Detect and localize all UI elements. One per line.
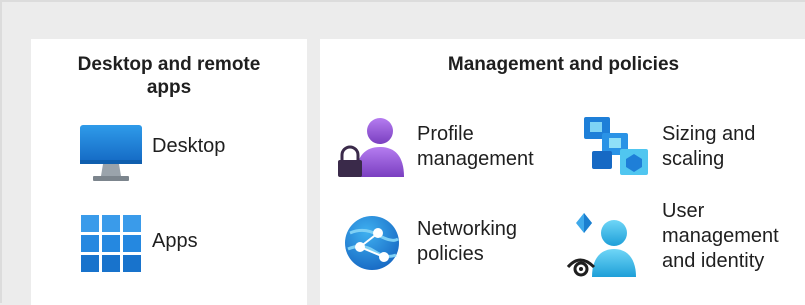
networking-policies-line1: Networking (417, 218, 518, 240)
diagram-frame: Desktop and remote apps Desktop Apps Man… (0, 0, 805, 305)
scaling-icon (582, 115, 650, 181)
user-management-label: User management and identity (662, 199, 779, 274)
left-panel-title-line2: apps (146, 77, 192, 98)
user-management-line2: management (662, 225, 779, 247)
networking-policies-line2: policies (417, 243, 484, 265)
profile-management-line1: Profile (417, 123, 474, 145)
user-management-line1: User (662, 200, 705, 222)
user-identity-icon (564, 209, 640, 279)
profile-management-line2: management (417, 148, 534, 170)
sizing-and-scaling-line2: scaling (662, 148, 725, 170)
desktop-and-remote-apps-panel: Desktop and remote apps Desktop Apps (31, 39, 307, 305)
desktop-label: Desktop (152, 135, 226, 157)
app-grid-icon (81, 215, 141, 273)
user-management-line3: and identity (662, 250, 765, 272)
monitor-icon (79, 124, 143, 186)
sizing-and-scaling-label: Sizing and scaling (662, 122, 755, 172)
networking-policies-label: Networking policies (417, 217, 517, 267)
sizing-and-scaling-line1: Sizing and (662, 123, 756, 145)
right-panel-title: Management and policies (447, 54, 680, 75)
network-icon (344, 213, 400, 271)
profile-management-label: Profile management (417, 122, 534, 172)
left-panel-title: Desktop and remote apps (31, 53, 307, 99)
left-panel-title-line1: Desktop and remote (77, 54, 261, 75)
user-lock-icon (336, 117, 406, 179)
management-and-policies-panel: Management and policies Profile manageme… (320, 39, 805, 305)
apps-label: Apps (152, 230, 198, 252)
